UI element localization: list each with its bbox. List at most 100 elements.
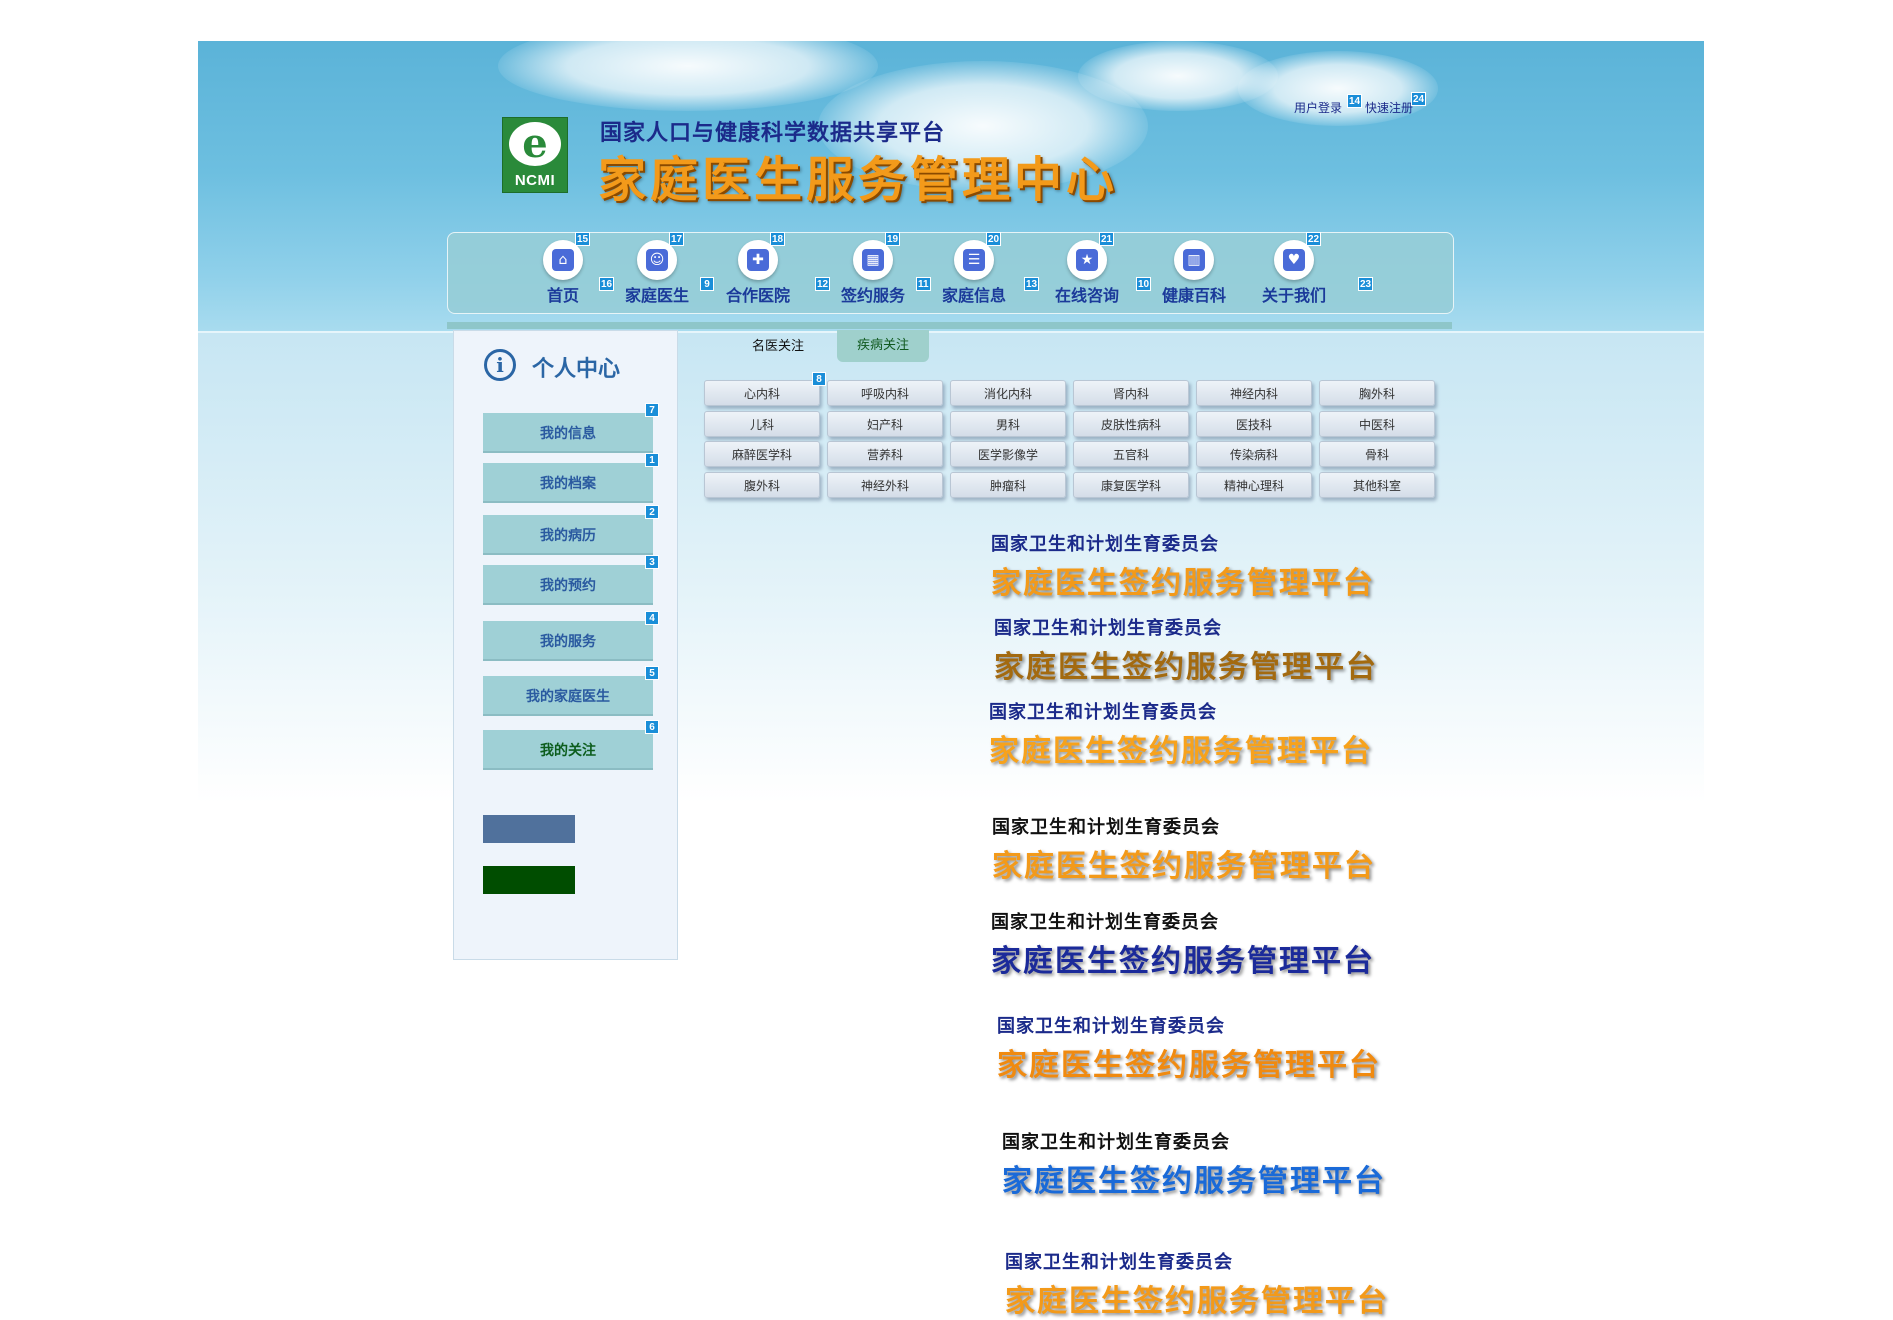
banner-title: 家庭医生签约服务管理平台 (992, 850, 1376, 883)
cloud-decoration (498, 41, 878, 111)
login-badge: 14 (1347, 94, 1363, 108)
color-swatch-blue[interactable] (483, 815, 575, 843)
department-button[interactable]: 儿科 (704, 411, 820, 437)
department-button[interactable]: 五官科 (1073, 441, 1189, 467)
sidebar-item[interactable]: 我的病历 (483, 515, 653, 555)
nav-item-document[interactable]: ☰ 家庭信息 20 (934, 232, 1014, 312)
nav-pre-badge: 11 (916, 277, 931, 291)
sidebar-title-text: 个人中心 (532, 356, 621, 381)
department-button[interactable]: 呼吸内科 (827, 380, 943, 406)
nav-pre-badge: 9 (700, 277, 714, 291)
nav-badge: 21 (1099, 232, 1115, 246)
department-button[interactable]: 营养科 (827, 441, 943, 467)
platform-banner[interactable]: 国家卫生和计划生育委员会 家庭医生签约服务管理平台 (992, 813, 1376, 885)
banner-title: 家庭医生签约服务管理平台 (989, 735, 1373, 768)
nav-label: 关于我们 (1261, 288, 1326, 305)
document-icon-glyph: ☰ (963, 249, 985, 271)
department-button[interactable]: 腹外科 (704, 472, 820, 498)
department-button[interactable]: 医学影像学 (950, 441, 1066, 467)
nav-item-home[interactable]: ⌂ 首页 15 (533, 232, 593, 312)
tab-disease-follow[interactable]: 疾病关注 (837, 330, 929, 362)
info-icon: i (484, 349, 516, 381)
department-button[interactable]: 麻醉医学科 (704, 441, 820, 467)
department-button[interactable]: 妇产科 (827, 411, 943, 437)
department-button[interactable]: 皮肤性病科 (1073, 411, 1189, 437)
banner-subtitle: 国家卫生和计划生育委员会 (994, 618, 1222, 638)
department-button[interactable]: 康复医学科 (1073, 472, 1189, 498)
banner-title: 家庭医生签约服务管理平台 (1005, 1285, 1389, 1318)
banner-title: 家庭医生签约服务管理平台 (994, 651, 1378, 684)
nav-item-handshake[interactable]: ♥ 关于我们 22 (1254, 232, 1334, 312)
banner-title: 家庭医生签约服务管理平台 (991, 945, 1375, 978)
platform-banner[interactable]: 国家卫生和计划生育委员会 家庭医生签约服务管理平台 (991, 908, 1375, 980)
nav-underline (447, 322, 1452, 329)
platform-banner[interactable]: 国家卫生和计划生育委员会家庭医生签约服务管理平台 (994, 614, 1378, 686)
department-button[interactable]: 精神心理科 (1196, 472, 1312, 498)
nav-label: 签约服务 (840, 288, 905, 305)
department-button[interactable]: 肾内科 (1073, 380, 1189, 406)
sidebar-item[interactable]: 我的预约 (483, 565, 653, 605)
nav-item-calendar[interactable]: ▦ 签约服务 19 (833, 232, 913, 312)
logo-mark: e (509, 122, 561, 166)
sidebar-item[interactable]: 我的服务 (483, 621, 653, 661)
platform-banner[interactable]: 国家卫生和计划生育委员会 家庭医生签约服务管理平台 (989, 698, 1373, 770)
star-icon-glyph: ★ (1076, 249, 1098, 271)
login-link[interactable]: 用户登录 (1294, 99, 1342, 116)
department-button[interactable]: 神经外科 (827, 472, 943, 498)
department-badge: 8 (812, 372, 826, 386)
department-button[interactable]: 其他科室 (1319, 472, 1435, 498)
register-badge: 24 (1411, 92, 1427, 106)
nav-item-hospital[interactable]: ✚ 合作医院 18 (718, 232, 798, 312)
department-button[interactable]: 传染病科 (1196, 441, 1312, 467)
hospital-icon-glyph: ✚ (747, 249, 769, 271)
banner-subtitle: 国家卫生和计划生育委员会 (997, 1016, 1225, 1036)
nav-badge: 22 (1306, 232, 1322, 246)
sidebar-item[interactable]: 我的档案 (483, 463, 653, 503)
department-button[interactable]: 中医科 (1319, 411, 1435, 437)
tab-famous-doctors[interactable]: 名医关注 (728, 332, 828, 362)
nav-badge: 20 (986, 232, 1002, 246)
sidebar-item-badge: 6 (645, 720, 659, 734)
nav-badge: 19 (885, 232, 901, 246)
banner-subtitle: 国家卫生和计划生育委员会 (1005, 1252, 1233, 1272)
department-button[interactable]: 肿瘤科 (950, 472, 1066, 498)
banner-title: 家庭医生签约服务管理平台 (997, 1049, 1381, 1082)
sidebar-item-badge: 4 (645, 611, 659, 625)
nav-badge: 18 (770, 232, 786, 246)
nav-item-doctor[interactable]: ☺ 家庭医生 17 (617, 232, 697, 312)
ncmi-logo[interactable]: e NCMI (502, 117, 568, 193)
department-button[interactable]: 心内科 (704, 380, 820, 406)
department-button[interactable]: 消化内科 (950, 380, 1066, 406)
color-swatch-green[interactable] (483, 866, 575, 894)
nav-pre-badge: 10 (1136, 277, 1152, 291)
nav-label: 家庭信息 (941, 288, 1006, 305)
nav-pre-badge: 13 (1024, 277, 1040, 291)
nav-pre-badge: 12 (815, 277, 831, 291)
banner-title: 家庭医生签约服务管理平台 (1002, 1165, 1386, 1198)
department-button[interactable]: 骨科 (1319, 441, 1435, 467)
register-link[interactable]: 快速注册 (1365, 99, 1413, 116)
nav-badge: 15 (575, 232, 591, 246)
banner-subtitle: 国家卫生和计划生育委员会 (1002, 1132, 1230, 1152)
handshake-icon-glyph: ♥ (1283, 249, 1305, 271)
nav-item-book[interactable]: ▥ 健康百科 (1154, 232, 1234, 312)
nav-item-star[interactable]: ★ 在线咨询 21 (1042, 232, 1132, 312)
sidebar-item-badge: 2 (645, 505, 659, 519)
department-button[interactable]: 胸外科 (1319, 380, 1435, 406)
sidebar-item[interactable]: 我的家庭医生 (483, 676, 653, 716)
sidebar-item[interactable]: 我的关注 (483, 730, 653, 770)
sidebar-item[interactable]: 我的信息 (483, 413, 653, 453)
nav-label: 在线咨询 (1054, 288, 1119, 305)
nav-trailing-badge: 23 (1358, 277, 1374, 291)
platform-banner[interactable]: 国家卫生和计划生育委员会家庭医生签约服务管理平台 (1002, 1128, 1386, 1200)
platform-banner[interactable]: 国家卫生和计划生育委员会 家庭医生签约服务管理平台 (991, 530, 1375, 602)
department-button[interactable]: 神经内科 (1196, 380, 1312, 406)
department-button[interactable]: 医技科 (1196, 411, 1312, 437)
platform-banner[interactable]: 国家卫生和计划生育委员会家庭医生签约服务管理平台 (997, 1012, 1381, 1084)
nav-pre-badge: 16 (599, 277, 615, 291)
banner-title: 家庭医生签约服务管理平台 (991, 567, 1375, 600)
nav-label: 首页 (546, 288, 579, 305)
department-button[interactable]: 男科 (950, 411, 1066, 437)
platform-banner[interactable]: 国家卫生和计划生育委员会家庭医生签约服务管理平台 (1005, 1248, 1389, 1320)
book-icon-glyph: ▥ (1183, 249, 1205, 271)
